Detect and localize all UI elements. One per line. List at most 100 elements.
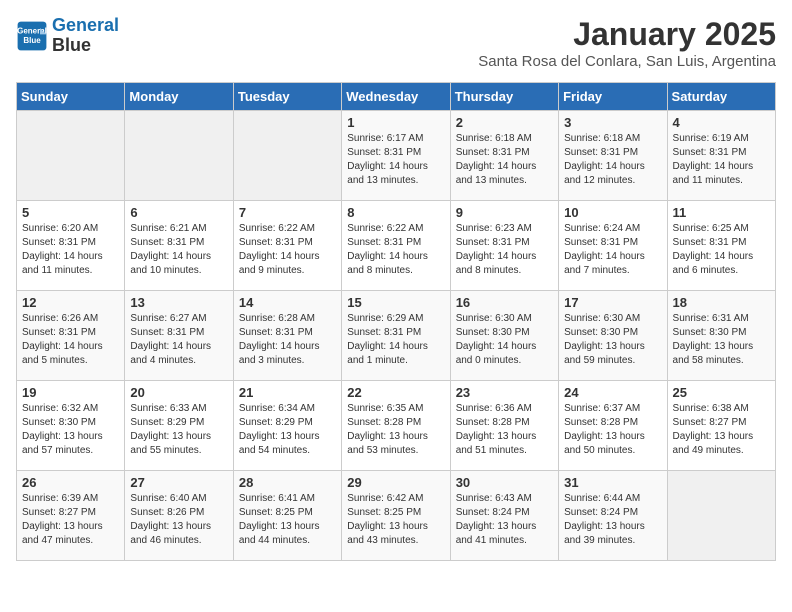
day-number: 20 (130, 385, 227, 400)
calendar-week-row: 26Sunrise: 6:39 AM Sunset: 8:27 PM Dayli… (17, 471, 776, 561)
calendar-cell: 11 Sunrise: 6:25 AM Sunset: 8:31 PM Dayli… (667, 201, 775, 291)
cell-details: Sunrise: 6:22 AM Sunset: 8:31 PM Dayligh… (239, 222, 336, 278)
location-subtitle: Santa Rosa del Conlara, San Luis, Argent… (478, 53, 776, 70)
calendar-cell: 21 Sunrise: 6:34 AM Sunset: 8:29 PM Dayli… (233, 381, 341, 471)
cell-details: Sunrise: 6:43 AM Sunset: 8:24 PM Dayligh… (456, 492, 553, 548)
day-number: 11 (673, 205, 770, 220)
day-number: 1 (347, 115, 444, 130)
cell-details: Sunrise: 6:27 AM Sunset: 8:31 PM Dayligh… (130, 312, 227, 368)
page-header: General Blue GeneralBlue January 2025 Sa… (16, 16, 776, 70)
calendar-cell: 24 Sunrise: 6:37 AM Sunset: 8:28 PM Dayli… (559, 381, 667, 471)
cell-details: Sunrise: 6:32 AM Sunset: 8:30 PM Dayligh… (22, 402, 119, 458)
day-number: 3 (564, 115, 661, 130)
calendar-week-row: 19 Sunrise: 6:32 AM Sunset: 8:30 PM Dayli… (17, 381, 776, 471)
svg-text:Blue: Blue (23, 36, 41, 45)
calendar-cell: 2 Sunrise: 6:18 AM Sunset: 8:31 PM Daylig… (450, 111, 558, 201)
day-number: 30 (456, 475, 553, 490)
calendar-week-row: 5Sunrise: 6:20 AM Sunset: 8:31 PM Daylig… (17, 201, 776, 291)
calendar-cell: 16 Sunrise: 6:30 AM Sunset: 8:30 PM Dayli… (450, 291, 558, 381)
calendar-cell: 1 Sunrise: 6:17 AM Sunset: 8:31 PM Daylig… (342, 111, 450, 201)
logo-icon: General Blue (16, 20, 48, 52)
calendar-cell: 8 Sunrise: 6:22 AM Sunset: 8:31 PM Daylig… (342, 201, 450, 291)
calendar-cell: 12Sunrise: 6:26 AM Sunset: 8:31 PM Dayli… (17, 291, 125, 381)
cell-details: Sunrise: 6:33 AM Sunset: 8:29 PM Dayligh… (130, 402, 227, 458)
cell-details: Sunrise: 6:30 AM Sunset: 8:30 PM Dayligh… (564, 312, 661, 368)
calendar-cell: 27Sunrise: 6:40 AM Sunset: 8:26 PM Dayli… (125, 471, 233, 561)
header-thursday: Thursday (450, 83, 558, 111)
calendar-cell: 3Sunrise: 6:18 AM Sunset: 8:31 PM Daylig… (559, 111, 667, 201)
cell-details: Sunrise: 6:25 AM Sunset: 8:31 PM Dayligh… (673, 222, 770, 278)
calendar-cell: 9Sunrise: 6:23 AM Sunset: 8:31 PM Daylig… (450, 201, 558, 291)
cell-details: Sunrise: 6:26 AM Sunset: 8:31 PM Dayligh… (22, 312, 119, 368)
calendar-cell: 29 Sunrise: 6:42 AM Sunset: 8:25 PM Dayli… (342, 471, 450, 561)
logo-text: GeneralBlue (52, 16, 119, 56)
cell-details: Sunrise: 6:18 AM Sunset: 8:31 PM Dayligh… (456, 132, 553, 188)
cell-details: Sunrise: 6:28 AM Sunset: 8:31 PM Dayligh… (239, 312, 336, 368)
month-title: January 2025 (478, 16, 776, 53)
cell-details: Sunrise: 6:35 AM Sunset: 8:28 PM Dayligh… (347, 402, 444, 458)
day-number: 15 (347, 295, 444, 310)
calendar-table: Sunday Monday Tuesday Wednesday Thursday… (16, 82, 776, 561)
cell-details: Sunrise: 6:44 AM Sunset: 8:24 PM Dayligh… (564, 492, 661, 548)
calendar-cell: 13 Sunrise: 6:27 AM Sunset: 8:31 PM Dayli… (125, 291, 233, 381)
cell-details: Sunrise: 6:34 AM Sunset: 8:29 PM Dayligh… (239, 402, 336, 458)
header-wednesday: Wednesday (342, 83, 450, 111)
cell-details: Sunrise: 6:21 AM Sunset: 8:31 PM Dayligh… (130, 222, 227, 278)
calendar-cell (667, 471, 775, 561)
cell-details: Sunrise: 6:37 AM Sunset: 8:28 PM Dayligh… (564, 402, 661, 458)
calendar-cell: 5Sunrise: 6:20 AM Sunset: 8:31 PM Daylig… (17, 201, 125, 291)
calendar-cell: 26Sunrise: 6:39 AM Sunset: 8:27 PM Dayli… (17, 471, 125, 561)
day-number: 25 (673, 385, 770, 400)
cell-details: Sunrise: 6:38 AM Sunset: 8:27 PM Dayligh… (673, 402, 770, 458)
day-number: 23 (456, 385, 553, 400)
day-number: 18 (673, 295, 770, 310)
day-number: 5 (22, 205, 119, 220)
calendar-cell: 25 Sunrise: 6:38 AM Sunset: 8:27 PM Dayli… (667, 381, 775, 471)
day-number: 19 (22, 385, 119, 400)
cell-details: Sunrise: 6:22 AM Sunset: 8:31 PM Dayligh… (347, 222, 444, 278)
day-number: 4 (673, 115, 770, 130)
cell-details: Sunrise: 6:41 AM Sunset: 8:25 PM Dayligh… (239, 492, 336, 548)
calendar-cell (125, 111, 233, 201)
day-number: 2 (456, 115, 553, 130)
day-number: 29 (347, 475, 444, 490)
day-number: 24 (564, 385, 661, 400)
calendar-cell: 7 Sunrise: 6:22 AM Sunset: 8:31 PM Daylig… (233, 201, 341, 291)
calendar-cell: 15Sunrise: 6:29 AM Sunset: 8:31 PM Dayli… (342, 291, 450, 381)
calendar-week-row: 1 Sunrise: 6:17 AM Sunset: 8:31 PM Daylig… (17, 111, 776, 201)
day-number: 14 (239, 295, 336, 310)
day-number: 9 (456, 205, 553, 220)
title-block: January 2025 Santa Rosa del Conlara, San… (478, 16, 776, 70)
cell-details: Sunrise: 6:24 AM Sunset: 8:31 PM Dayligh… (564, 222, 661, 278)
logo: General Blue GeneralBlue (16, 16, 119, 56)
cell-details: Sunrise: 6:17 AM Sunset: 8:31 PM Dayligh… (347, 132, 444, 188)
header-tuesday: Tuesday (233, 83, 341, 111)
calendar-cell: 23 Sunrise: 6:36 AM Sunset: 8:28 PM Dayli… (450, 381, 558, 471)
cell-details: Sunrise: 6:30 AM Sunset: 8:30 PM Dayligh… (456, 312, 553, 368)
calendar-cell: 4 Sunrise: 6:19 AM Sunset: 8:31 PM Daylig… (667, 111, 775, 201)
header-saturday: Saturday (667, 83, 775, 111)
calendar-cell: 18Sunrise: 6:31 AM Sunset: 8:30 PM Dayli… (667, 291, 775, 381)
day-number: 6 (130, 205, 227, 220)
cell-details: Sunrise: 6:19 AM Sunset: 8:31 PM Dayligh… (673, 132, 770, 188)
day-number: 21 (239, 385, 336, 400)
day-number: 8 (347, 205, 444, 220)
cell-details: Sunrise: 6:36 AM Sunset: 8:28 PM Dayligh… (456, 402, 553, 458)
calendar-week-row: 12Sunrise: 6:26 AM Sunset: 8:31 PM Dayli… (17, 291, 776, 381)
day-number: 7 (239, 205, 336, 220)
calendar-cell: 10 Sunrise: 6:24 AM Sunset: 8:31 PM Dayli… (559, 201, 667, 291)
cell-details: Sunrise: 6:39 AM Sunset: 8:27 PM Dayligh… (22, 492, 119, 548)
calendar-cell: 22Sunrise: 6:35 AM Sunset: 8:28 PM Dayli… (342, 381, 450, 471)
day-number: 17 (564, 295, 661, 310)
calendar-cell (17, 111, 125, 201)
calendar-header-row: Sunday Monday Tuesday Wednesday Thursday… (17, 83, 776, 111)
day-number: 31 (564, 475, 661, 490)
cell-details: Sunrise: 6:40 AM Sunset: 8:26 PM Dayligh… (130, 492, 227, 548)
day-number: 10 (564, 205, 661, 220)
calendar-cell: 30 Sunrise: 6:43 AM Sunset: 8:24 PM Dayli… (450, 471, 558, 561)
calendar-cell: 31 Sunrise: 6:44 AM Sunset: 8:24 PM Dayli… (559, 471, 667, 561)
day-number: 13 (130, 295, 227, 310)
calendar-cell: 14 Sunrise: 6:28 AM Sunset: 8:31 PM Dayli… (233, 291, 341, 381)
day-number: 16 (456, 295, 553, 310)
cell-details: Sunrise: 6:42 AM Sunset: 8:25 PM Dayligh… (347, 492, 444, 548)
